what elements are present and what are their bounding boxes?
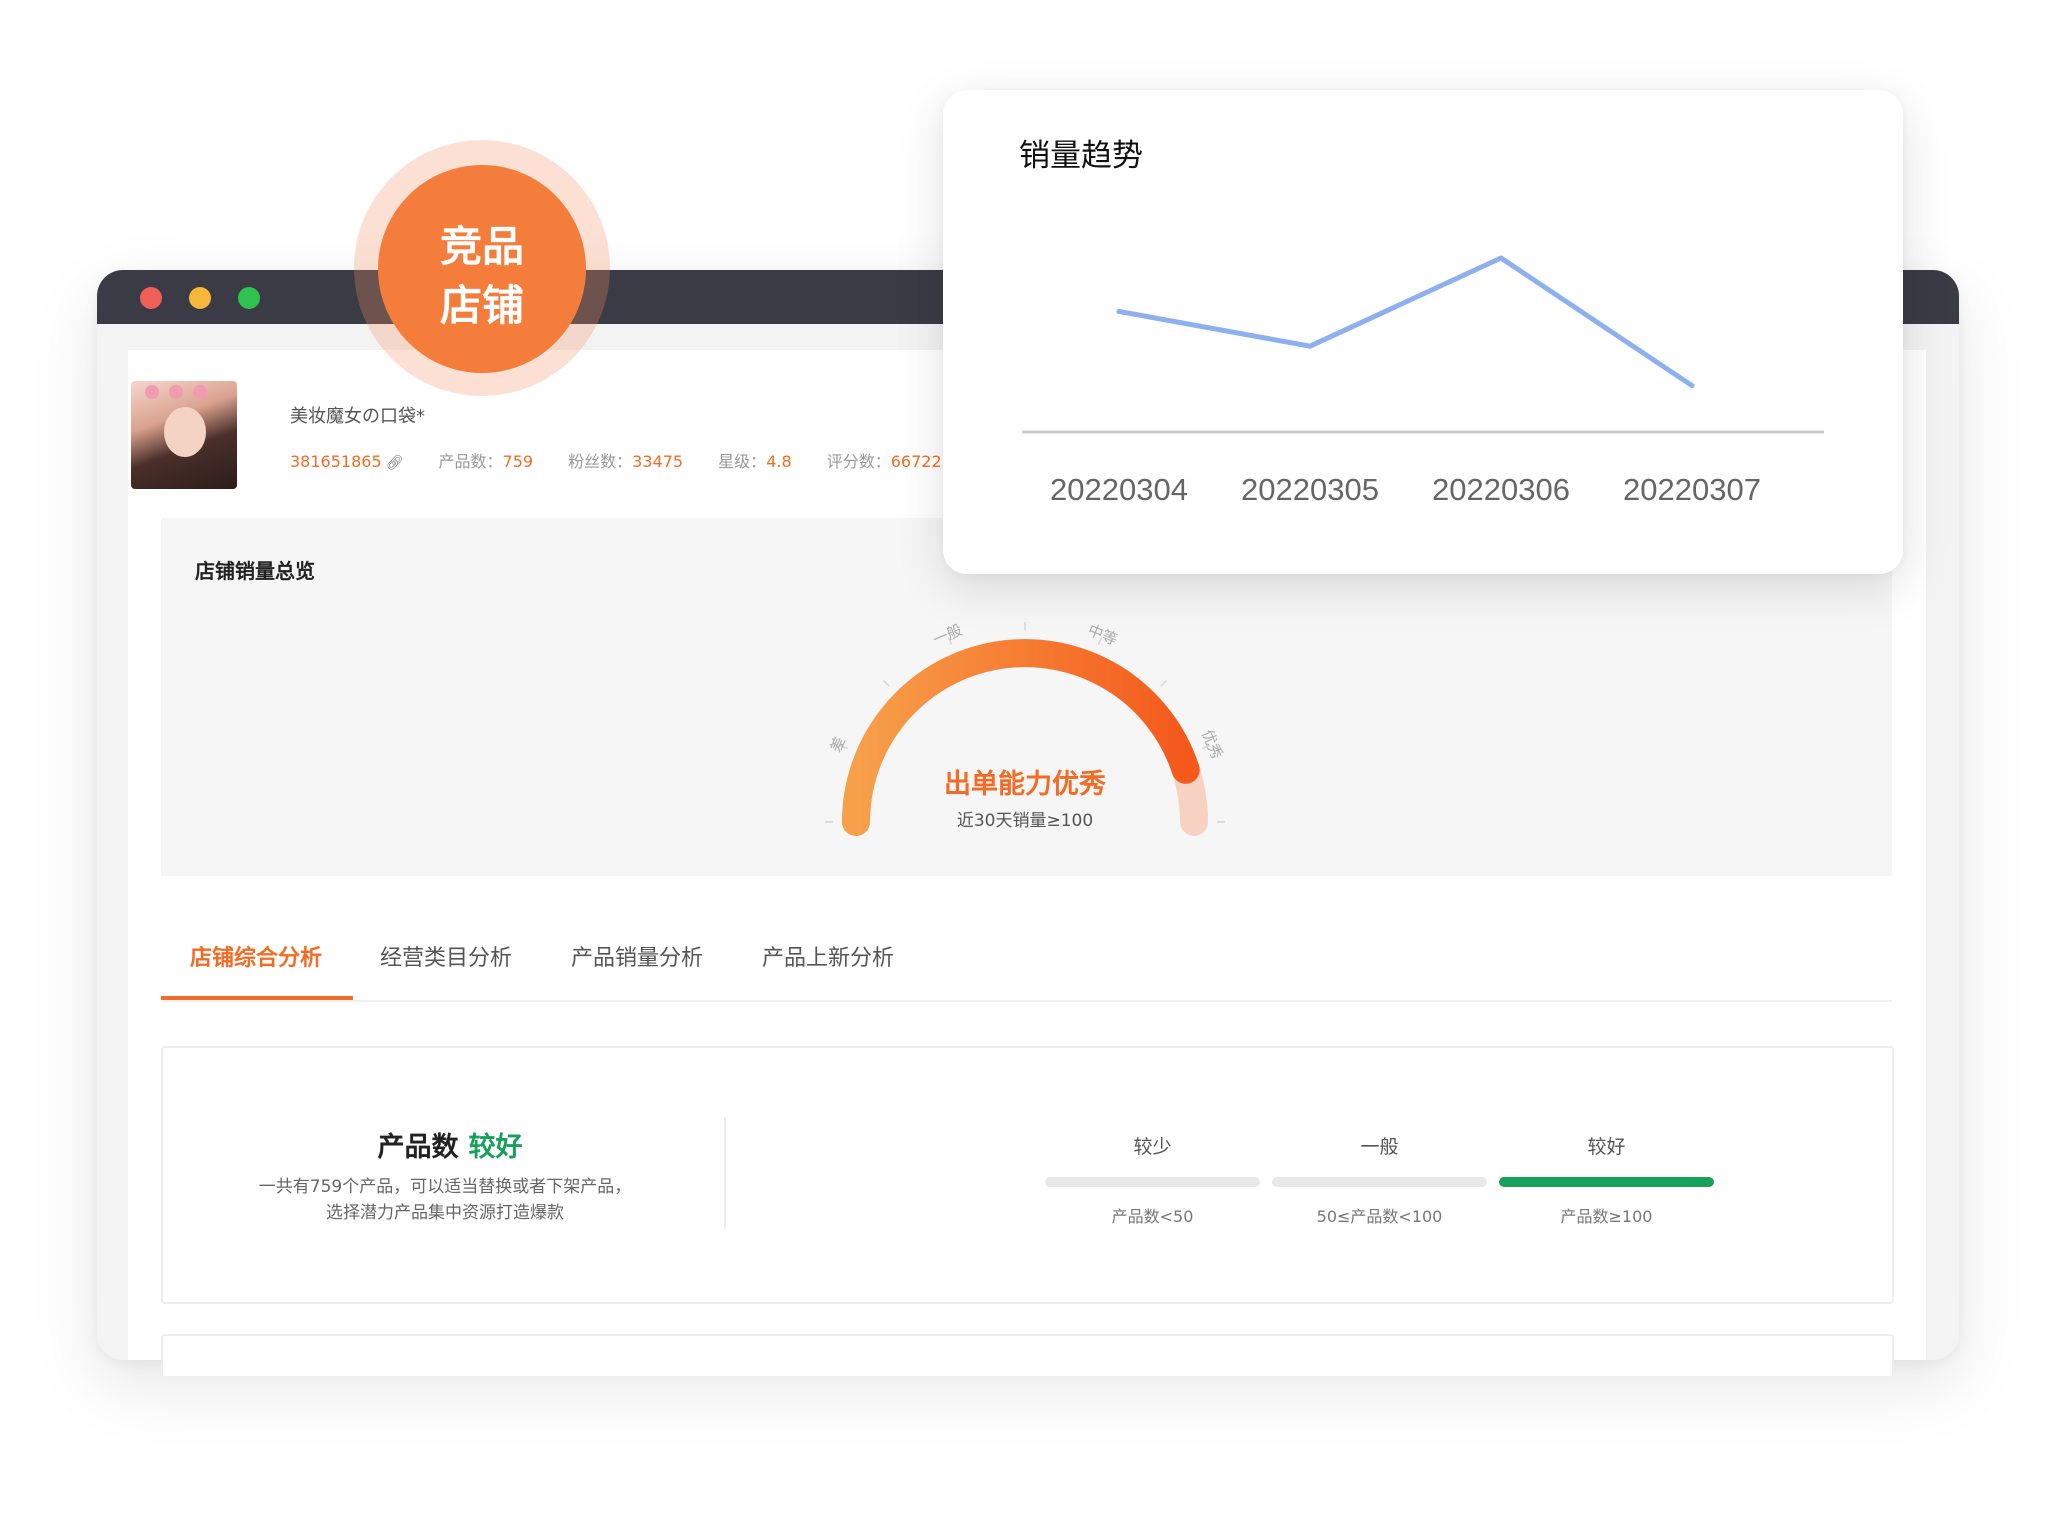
level-bar — [1045, 1177, 1260, 1187]
fans-value: 33475 — [632, 452, 684, 471]
level-bar — [1272, 1177, 1487, 1187]
level-condition: 产品数≥100 — [1560, 1207, 1653, 1226]
fans-label: 粉丝数： — [568, 452, 633, 471]
flower-icon — [145, 385, 159, 399]
level-label: 较少 — [1133, 1136, 1172, 1158]
tab-store-analysis[interactable]: 店铺综合分析 — [190, 940, 322, 972]
close-window-dot[interactable] — [140, 287, 162, 309]
level-low: 较少 产品数<50 — [1045, 1132, 1260, 1227]
avatar-face — [164, 407, 206, 457]
metric-description: 一共有759个产品，可以适当替换或者下架产品，选择潜力产品集中资源打造爆款 — [258, 1177, 632, 1223]
tab-new-product-analysis[interactable]: 产品上新分析 — [762, 940, 894, 972]
analysis-tabs: 店铺综合分析 经营类目分析 产品销量分析 产品上新分析 — [161, 940, 1892, 1002]
level-good: 较好 产品数≥100 — [1499, 1132, 1714, 1227]
active-tab-indicator — [161, 996, 353, 1000]
level-condition: 50≤产品数<100 — [1316, 1207, 1443, 1226]
metric-rating: 较好 — [468, 1132, 523, 1163]
metric-title: 产品数 较好 — [300, 1125, 600, 1164]
trend-marks: 20220304 20220305 20220306 20220307 — [1050, 255, 1761, 507]
series-line — [1116, 255, 1695, 389]
store-meta-row: 381651865 🔗︎ 产品数：759 粉丝数：33475 星级：4.8 评分数… — [290, 448, 972, 472]
level-label: 一般 — [1360, 1136, 1399, 1158]
level-medium: 一般 50≤产品数<100 — [1272, 1132, 1487, 1227]
store-avatar — [131, 381, 237, 489]
data-point — [1307, 343, 1313, 349]
stars-label: 星级： — [718, 452, 767, 471]
data-point — [1498, 255, 1504, 261]
store-name: 美妆魔女の口袋* — [290, 406, 425, 427]
badge-line-1: 竞品 — [439, 222, 524, 271]
gauge-minor-tick — [1160, 680, 1167, 687]
x-tick-label: 20220306 — [1432, 472, 1570, 507]
reviews-label: 评分数： — [826, 452, 891, 471]
sales-trend-chart: 20220304 20220305 20220306 20220307 — [1022, 255, 1824, 507]
products-label: 产品数： — [438, 452, 503, 471]
tab-category-analysis[interactable]: 经营类目分析 — [380, 940, 512, 972]
x-tick-label: 20220305 — [1241, 472, 1379, 507]
gauge-sub-label: 近30天销量≥100 — [956, 811, 1094, 831]
overview-title: 店铺销量总览 — [195, 559, 315, 583]
x-tick-label: 20220307 — [1623, 472, 1761, 507]
x-tick-label: 20220304 — [1050, 472, 1188, 507]
flower-icon — [169, 385, 183, 399]
flower-icon — [193, 385, 207, 399]
data-point — [1116, 308, 1122, 314]
store-id[interactable]: 381651865 — [290, 452, 382, 471]
products-value: 759 — [502, 452, 534, 471]
stars-value: 4.8 — [766, 452, 792, 471]
metric-name: 产品数 — [377, 1132, 459, 1163]
minimize-window-dot[interactable] — [189, 287, 211, 309]
maximize-window-dot[interactable] — [238, 287, 260, 309]
gauge-main-label: 出单能力优秀 — [944, 769, 1106, 800]
level-bar-active — [1499, 1177, 1714, 1187]
link-icon[interactable]: 🔗︎ — [386, 455, 404, 471]
badge-line-2: 店铺 — [439, 281, 524, 330]
gauge-tick-label: 优秀 — [1198, 727, 1226, 762]
gauge-minor-tick — [883, 680, 890, 687]
level-condition: 产品数<50 — [1111, 1207, 1194, 1226]
level-label: 较好 — [1587, 1136, 1626, 1158]
gauge-tick-label: 一般 — [930, 621, 965, 649]
next-card — [161, 1334, 1894, 1376]
gauge-tick-label: 差 — [827, 734, 849, 755]
reviews-value: 66722 — [890, 452, 942, 471]
gauge-tick-label: 中等 — [1085, 621, 1120, 649]
tab-product-sales-analysis[interactable]: 产品销量分析 — [571, 940, 703, 972]
data-point — [1689, 383, 1695, 389]
card-divider — [724, 1117, 726, 1229]
